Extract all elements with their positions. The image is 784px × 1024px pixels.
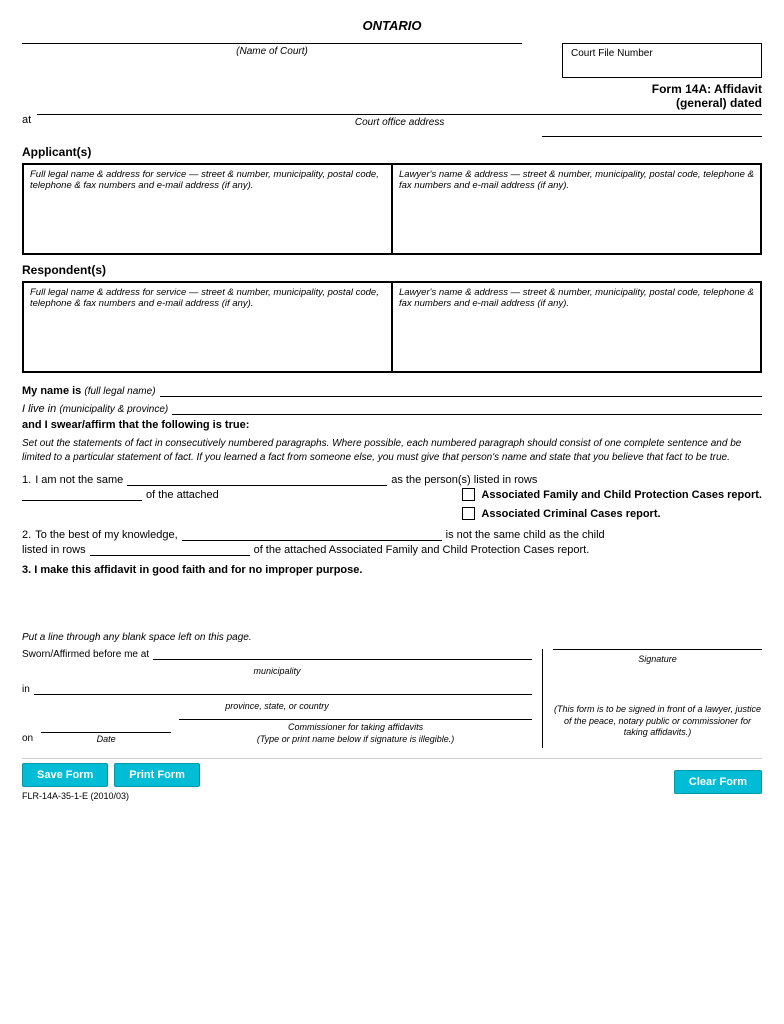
signature-underline[interactable] <box>553 649 762 650</box>
commissioner-sub: (Type or print name below if signature i… <box>257 734 454 744</box>
sworn-left: Sworn/Affirmed before me at municipality… <box>22 649 532 748</box>
respondents-title: Respondent(s) <box>22 263 762 277</box>
in-row: in <box>22 684 532 695</box>
court-file-number-label: Court File Number <box>571 48 653 59</box>
date-label: Date <box>97 734 116 744</box>
para2-field2[interactable] <box>90 543 250 556</box>
clear-button[interactable]: Clear Form <box>674 770 762 794</box>
para1-text2: as the person(s) listed in rows <box>391 474 537 486</box>
commissioner-label: Commissioner for taking affidavits <box>288 722 423 732</box>
form-title-line2: (general) dated <box>652 96 762 110</box>
court-office-label: Court office address <box>37 117 762 128</box>
para1-text1: I am not the same <box>35 474 123 486</box>
respondents-col1: Full legal name & address for service — … <box>23 282 392 372</box>
date-underline[interactable] <box>41 732 171 733</box>
name-of-court-label: (Name of Court) <box>22 46 522 57</box>
header-section: (Name of Court) Court File Number Form 1… <box>22 43 762 110</box>
save-button[interactable]: Save Form <box>22 763 108 787</box>
at-label: at <box>22 114 31 128</box>
para-2: 2. To the best of my knowledge, is not t… <box>22 528 762 556</box>
header-left: (Name of Court) <box>22 43 542 57</box>
on-label: on <box>22 733 33 744</box>
i-live-field[interactable] <box>172 401 762 415</box>
print-button[interactable]: Print Form <box>114 763 200 787</box>
para2-field1[interactable] <box>182 528 442 541</box>
commissioner-underline[interactable] <box>179 719 532 720</box>
para1-field2[interactable] <box>22 488 142 501</box>
para-1: 1. I am not the same as the person(s) li… <box>22 473 762 520</box>
form-title: Form 14A: Affidavit (general) dated <box>652 82 762 110</box>
blank-space <box>22 584 762 624</box>
applicants-col1: Full legal name & address for service — … <box>23 164 392 254</box>
para1-text3: of the attached <box>146 489 219 501</box>
para3-text: I make this affidavit in good faith and … <box>34 564 362 576</box>
para1-number: 1. <box>22 474 31 486</box>
name-of-court-line <box>22 43 522 44</box>
i-live-row: I live in (municipality & province) <box>22 401 762 415</box>
applicants-table: Full legal name & address for service — … <box>22 163 762 255</box>
para1-checkboxes: Associated Family and Child Protection C… <box>462 488 762 520</box>
para1-field1[interactable] <box>127 473 387 486</box>
para2-text1: To the best of my knowledge, <box>35 529 177 541</box>
court-file-box: Court File Number <box>562 43 762 78</box>
sworn-before-row: Sworn/Affirmed before me at <box>22 649 532 660</box>
sworn-right: Signature (This form is to be signed in … <box>542 649 762 748</box>
swear-row: and I swear/affirm that the following is… <box>22 419 762 431</box>
checkbox2-label: Associated Criminal Cases report. <box>481 508 660 520</box>
bottom-left: Save Form Print Form FLR-14A-35-1-E (201… <box>22 763 200 801</box>
instructions-text: Set out the statements of fact in consec… <box>22 437 762 465</box>
checkbox1-item: Associated Family and Child Protection C… <box>462 488 762 501</box>
sworn-before-label: Sworn/Affirmed before me at <box>22 649 149 660</box>
date-line-right <box>542 136 762 137</box>
at-line-container: Court office address <box>37 114 762 128</box>
applicants-title: Applicant(s) <box>22 145 762 159</box>
province-label: province, state, or country <box>22 701 532 711</box>
my-name-label: My name is (full legal name) <box>22 385 156 397</box>
bottom-buttons: Save Form Print Form FLR-14A-35-1-E (201… <box>22 758 762 801</box>
para3-number: 3. <box>22 564 31 576</box>
respondents-table: Full legal name & address for service — … <box>22 281 762 373</box>
checkbox2[interactable] <box>462 507 475 520</box>
applicants-col2: Lawyer's name & address — street & numbe… <box>392 164 761 254</box>
my-name-field[interactable] <box>160 383 762 397</box>
para2-text3: listed in rows <box>22 544 86 556</box>
i-live-label: I live in (municipality & province) <box>22 403 168 415</box>
at-line-row: at Court office address <box>22 114 762 128</box>
date-field: Date <box>41 732 171 744</box>
signature-label: Signature <box>553 654 762 664</box>
form-code: FLR-14A-35-1-E (2010/03) <box>22 791 200 801</box>
ontario-title: ONTARIO <box>22 18 762 33</box>
checkbox1[interactable] <box>462 488 475 501</box>
para2-text4: of the attached Associated Family and Ch… <box>254 544 590 556</box>
header-right: Court File Number Form 14A: Affidavit (g… <box>542 43 762 110</box>
commissioner-field: Commissioner for taking affidavits (Type… <box>179 719 532 744</box>
para2-number: 2. <box>22 529 31 541</box>
municipality-label: municipality <box>22 666 532 676</box>
respondents-col2: Lawyer's name & address — street & numbe… <box>392 282 761 372</box>
sworn-before-field[interactable] <box>153 659 532 660</box>
in-field[interactable] <box>34 694 532 695</box>
checkbox2-item: Associated Criminal Cases report. <box>462 507 762 520</box>
put-line-note: Put a line through any blank space left … <box>22 632 762 643</box>
para-3: 3. I make this affidavit in good faith a… <box>22 564 762 576</box>
form-title-line1: Form 14A: Affidavit <box>652 82 762 96</box>
in-label: in <box>22 684 30 695</box>
bottom-left-buttons: Save Form Print Form <box>22 763 200 787</box>
signature-note: (This form is to be signed in front of a… <box>553 704 762 739</box>
checkbox1-label: Associated Family and Child Protection C… <box>481 489 762 501</box>
at-underline <box>37 114 762 115</box>
my-name-row: My name is (full legal name) <box>22 383 762 397</box>
on-row: on Date Commissioner for taking affidavi… <box>22 719 532 744</box>
para2-text2: is not the same child as the child <box>446 529 605 541</box>
sworn-section: Sworn/Affirmed before me at municipality… <box>22 649 762 748</box>
